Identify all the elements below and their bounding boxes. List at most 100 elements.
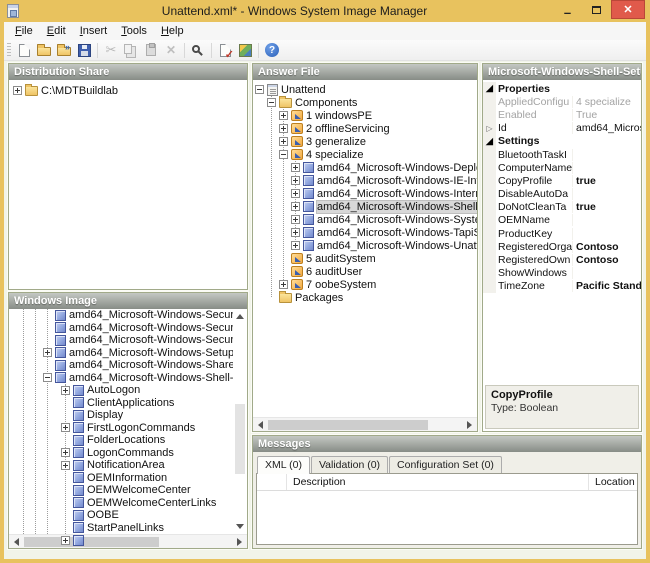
category-collapse-icon[interactable]: ◢ xyxy=(483,135,496,148)
tree-item[interactable]: amd64_Microsoft-Windows-Security-SPP-U) xyxy=(9,322,247,335)
expander-plus-icon[interactable] xyxy=(291,215,300,224)
property-category[interactable]: ◢Properties xyxy=(483,82,641,95)
expander-plus-icon[interactable] xyxy=(279,111,288,120)
scrollbar-thumb[interactable] xyxy=(24,537,159,547)
property-row[interactable]: EnabledTrue xyxy=(483,108,641,121)
property-row[interactable]: ComputerName xyxy=(483,161,641,174)
property-row[interactable]: TimeZonePacific Standard T xyxy=(483,280,641,293)
expander-minus-icon[interactable] xyxy=(43,373,52,382)
expander-plus-icon[interactable] xyxy=(61,423,70,432)
tree-item-component[interactable]: amd64_Microsoft-Windows-IE-InternetExp xyxy=(253,174,477,187)
scroll-right-button[interactable] xyxy=(463,418,477,431)
tree-item-packages[interactable]: Packages xyxy=(253,291,477,304)
expander-plus-icon[interactable] xyxy=(291,189,300,198)
menu-insert[interactable]: Insert xyxy=(73,23,115,39)
tree-item-pass[interactable]: 2 offlineServicing xyxy=(253,122,477,135)
new-answer-file-button[interactable] xyxy=(14,41,34,60)
tree-item-pass[interactable]: 7 oobeSystem xyxy=(253,278,477,291)
tree-item-pass[interactable]: 5 auditSystem xyxy=(253,252,477,265)
column-description[interactable]: Description xyxy=(287,474,589,490)
row-expand-icon[interactable]: ▷ xyxy=(483,122,496,135)
scrollbar-thumb[interactable] xyxy=(268,420,428,430)
close-button[interactable]: ✕ xyxy=(611,0,645,19)
tree-item-component[interactable]: amd64_Microsoft-Windows-International-C xyxy=(253,187,477,200)
save-button[interactable] xyxy=(74,41,94,60)
validate-button[interactable]: ✓ xyxy=(215,41,235,60)
delete-button[interactable]: ✕ xyxy=(161,41,181,60)
tree-item[interactable]: FirstLogonCommands xyxy=(9,422,247,435)
menu-tools[interactable]: Tools xyxy=(114,23,154,39)
copy-button[interactable] xyxy=(121,41,141,60)
tree-item[interactable]: amd64_Microsoft-Windows-Security-SPP_6. xyxy=(9,309,247,322)
tree-item[interactable]: amd64_Microsoft-Windows-Setup_6.3.9600 xyxy=(9,347,247,360)
property-row[interactable]: ▷Idamd64_Microsoft-Wind xyxy=(483,122,641,135)
menu-edit[interactable]: Edit xyxy=(40,23,73,39)
property-row[interactable]: OEMName xyxy=(483,214,641,227)
menu-file[interactable]: File xyxy=(8,23,40,39)
property-row[interactable]: RegisteredOwnContoso xyxy=(483,253,641,266)
tree-item-component[interactable]: amd64_Microsoft-Windows-Deployment_ne xyxy=(253,161,477,174)
tree-item[interactable]: AutoLogon xyxy=(9,384,247,397)
expander-plus-icon[interactable] xyxy=(13,86,22,95)
expander-plus-icon[interactable] xyxy=(61,461,70,470)
expander-plus-icon[interactable] xyxy=(279,137,288,146)
vertical-scrollbar[interactable] xyxy=(233,309,247,534)
expander-plus-icon[interactable] xyxy=(279,280,288,289)
tree-item-component-selected[interactable]: amd64_Microsoft-Windows-Shell-Setup_ne xyxy=(253,200,477,213)
open-distribution-share-button[interactable] xyxy=(54,41,74,60)
paste-button[interactable] xyxy=(141,41,161,60)
expander-plus-icon[interactable] xyxy=(279,124,288,133)
help-button[interactable]: ? xyxy=(262,41,282,60)
expander-plus-icon[interactable] xyxy=(61,386,70,395)
minimize-button[interactable]: – xyxy=(553,0,582,19)
expander-plus-icon[interactable] xyxy=(291,228,300,237)
scroll-up-button[interactable] xyxy=(233,309,247,323)
tree-item[interactable]: FolderLocations xyxy=(9,434,247,447)
column-gutter[interactable] xyxy=(257,474,287,490)
property-row[interactable]: BluetoothTaskI xyxy=(483,148,641,161)
cut-button[interactable]: ✂ xyxy=(101,41,121,60)
scroll-right-button[interactable] xyxy=(233,535,247,548)
tree-item-pass[interactable]: 4 specialize xyxy=(253,148,477,161)
tree-item-components[interactable]: Components xyxy=(253,96,477,109)
tree-item[interactable]: LogonCommands xyxy=(9,447,247,460)
expander-plus-icon[interactable] xyxy=(291,163,300,172)
scroll-down-button[interactable] xyxy=(233,520,247,534)
property-category[interactable]: ◢Settings xyxy=(483,135,641,148)
expander-plus-icon[interactable] xyxy=(43,348,52,357)
tree-item[interactable]: OEMWelcomeCenter xyxy=(9,484,247,497)
property-row[interactable]: RegisteredOrgaContoso xyxy=(483,240,641,253)
scrollbar-thumb[interactable] xyxy=(235,404,245,474)
property-row[interactable]: CopyProfiletrue xyxy=(483,174,641,187)
tree-item-component[interactable]: amd64_Microsoft-Windows-UnattendedJoi xyxy=(253,239,477,252)
expander-plus-icon[interactable] xyxy=(61,448,70,457)
maximize-button[interactable] xyxy=(582,0,611,19)
expander-plus-icon[interactable] xyxy=(291,241,300,250)
property-row[interactable]: AppliedConfigu4 specialize xyxy=(483,95,641,108)
tree-item[interactable]: OEMWelcomeCenterLinks xyxy=(9,497,247,510)
tree-item[interactable]: amd64_Microsoft-Windows-Shell-Setup_6.3. xyxy=(9,372,247,385)
scroll-left-button[interactable] xyxy=(9,535,23,548)
tree-item-unattend[interactable]: Unattend xyxy=(253,83,477,96)
menu-help[interactable]: Help xyxy=(154,23,191,39)
tab-configuration-set[interactable]: Configuration Set (0) xyxy=(389,456,502,473)
expander-plus-icon[interactable] xyxy=(291,202,300,211)
tree-item[interactable]: OEMInformation xyxy=(9,472,247,485)
property-row[interactable]: DisableAutoDa xyxy=(483,188,641,201)
tree-item[interactable]: StartPanelLinks xyxy=(9,522,247,535)
tree-item[interactable]: amd64_Microsoft-Windows-Security-SPP-U) xyxy=(9,334,247,347)
tree-item[interactable]: OOBE xyxy=(9,509,247,522)
tree-item-pass[interactable]: 3 generalize xyxy=(253,135,477,148)
tree-item-component[interactable]: amd64_Microsoft-Windows-SystemRestore xyxy=(253,213,477,226)
tree-item[interactable]: Display xyxy=(9,409,247,422)
expander-minus-icon[interactable] xyxy=(279,150,288,159)
tree-item-component[interactable]: amd64_Microsoft-Windows-TapiSetup_neu xyxy=(253,226,477,239)
expander-plus-icon[interactable] xyxy=(61,536,70,545)
tree-item[interactable]: NotificationArea xyxy=(9,459,247,472)
scroll-left-button[interactable] xyxy=(253,418,267,431)
property-row[interactable]: DoNotCleanTatrue xyxy=(483,201,641,214)
property-row[interactable]: ShowWindows xyxy=(483,267,641,280)
tab-validation[interactable]: Validation (0) xyxy=(311,456,388,473)
horizontal-scrollbar[interactable] xyxy=(253,417,477,431)
find-button[interactable] xyxy=(188,41,208,60)
